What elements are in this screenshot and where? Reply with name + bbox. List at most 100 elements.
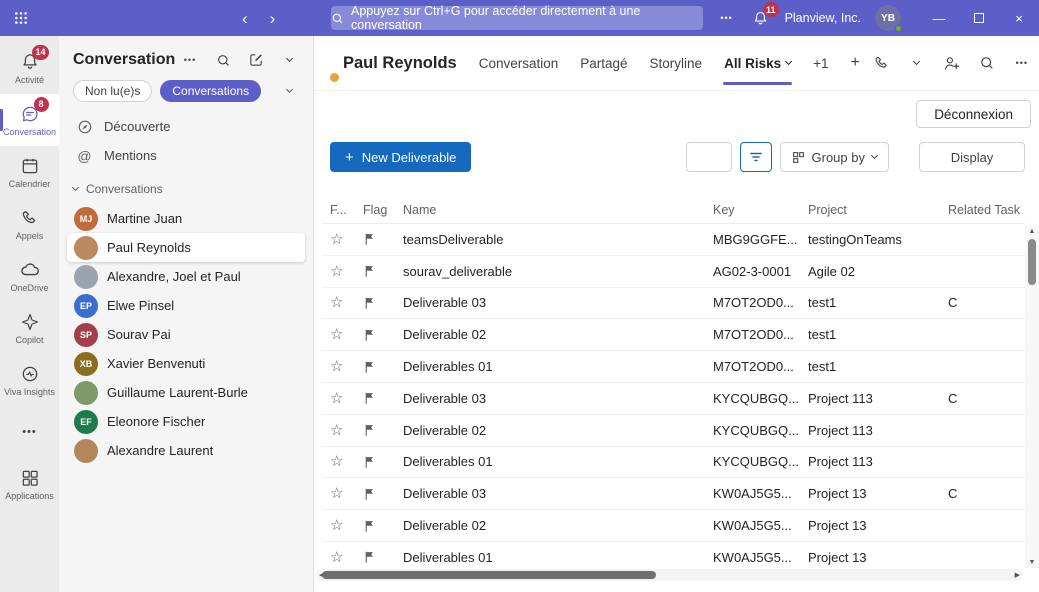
- table-row[interactable]: ☆ teamsDeliverable MBG9GGFE... testingOn…: [322, 224, 1025, 256]
- new-chat-chevron[interactable]: [279, 50, 299, 70]
- search-chats-button[interactable]: [213, 50, 233, 70]
- display-button[interactable]: Display: [919, 142, 1025, 172]
- rail-item-copilot[interactable]: Copilot: [0, 302, 59, 354]
- star-icon[interactable]: ☆: [322, 264, 358, 279]
- table-row[interactable]: ☆ Deliverables 01 M7OT2OD0... test1: [322, 351, 1025, 383]
- chat-list-item[interactable]: XB Xavier Benvenuti: [67, 349, 305, 378]
- new-deliverable-button[interactable]: + New Deliverable: [330, 142, 471, 172]
- add-people-button[interactable]: [942, 53, 962, 73]
- call-options-chevron[interactable]: [907, 53, 927, 73]
- scroll-up-icon[interactable]: ▲: [1025, 228, 1039, 235]
- back-button[interactable]: ‹: [242, 10, 248, 27]
- scroll-down-icon[interactable]: ▼: [1025, 559, 1039, 566]
- rail-item-viva-insights[interactable]: Viva Insights: [0, 354, 59, 406]
- filter-conversations-pill[interactable]: Conversations: [160, 80, 261, 102]
- column-header-related-task[interactable]: Related Task: [948, 203, 1025, 217]
- column-header-key[interactable]: Key: [713, 203, 808, 217]
- discover-item[interactable]: Découverte: [59, 112, 313, 141]
- star-icon[interactable]: ☆: [322, 550, 358, 565]
- column-header-project[interactable]: Project: [808, 203, 948, 217]
- star-icon[interactable]: ☆: [322, 486, 358, 501]
- minimize-button[interactable]: —: [919, 0, 959, 36]
- tab[interactable]: Storyline: [650, 36, 703, 90]
- rail-item-chat[interactable]: 8 Conversation: [0, 94, 59, 146]
- chat-list-item[interactable]: Guillaume Laurent-Burle: [67, 378, 305, 407]
- flag-icon[interactable]: [358, 550, 403, 564]
- chat-list-item[interactable]: SP Sourav Pai: [67, 320, 305, 349]
- rail-item-activity[interactable]: 14 Activité: [0, 42, 59, 94]
- forward-button[interactable]: ›: [270, 10, 276, 27]
- filter-button[interactable]: [740, 142, 772, 172]
- rail-item-onedrive[interactable]: OneDrive: [0, 250, 59, 302]
- rail-item-apps[interactable]: Applications: [0, 458, 59, 510]
- vertical-scrollbar[interactable]: ▲ ▼: [1025, 226, 1039, 568]
- flag-icon[interactable]: [358, 519, 403, 533]
- search-bar[interactable]: Appuyez sur Ctrl+G pour accéder directem…: [331, 6, 703, 30]
- flag-icon[interactable]: [358, 296, 403, 310]
- column-header-flag[interactable]: Flag: [358, 203, 403, 217]
- search-in-chat-button[interactable]: [977, 53, 997, 73]
- tab[interactable]: Conversation: [479, 36, 559, 90]
- table-row[interactable]: ☆ Deliverable 03 KYCQUBGQ... Project 113…: [322, 383, 1025, 415]
- star-icon[interactable]: ☆: [322, 295, 358, 310]
- chat-list-options-button[interactable]: •••: [180, 50, 200, 70]
- add-tab-button[interactable]: +: [851, 36, 860, 90]
- column-header-favorite[interactable]: F...: [322, 204, 358, 217]
- chat-list-item[interactable]: EP Elwe Pinsel: [67, 291, 305, 320]
- chat-list-item[interactable]: Alexandre, Joel et Paul: [67, 262, 305, 291]
- table-row[interactable]: ☆ Deliverables 01 KW0AJ5G5... Project 13: [322, 542, 1025, 566]
- new-chat-button[interactable]: [246, 50, 266, 70]
- flag-icon[interactable]: [358, 328, 403, 342]
- horizontal-scrollbar-thumb[interactable]: [322, 571, 656, 579]
- filter-unread-pill[interactable]: Non lu(e)s: [73, 80, 152, 102]
- rail-item-calendar[interactable]: Calendrier: [0, 146, 59, 198]
- user-avatar[interactable]: YB: [875, 5, 901, 31]
- tab-all-risks[interactable]: All Risks: [724, 36, 791, 90]
- org-name[interactable]: Planview, Inc.: [785, 11, 861, 25]
- rail-item-more-apps[interactable]: •••: [0, 406, 59, 458]
- star-icon[interactable]: ☆: [322, 391, 358, 406]
- flag-icon[interactable]: [358, 360, 403, 374]
- tab[interactable]: Partagé: [580, 36, 627, 90]
- notifications-button[interactable]: 11: [751, 8, 771, 28]
- flag-icon[interactable]: [358, 455, 403, 469]
- table-search-input[interactable]: [686, 142, 732, 172]
- star-icon[interactable]: ☆: [322, 518, 358, 533]
- table-row[interactable]: ☆ Deliverables 01 KYCQUBGQ... Project 11…: [322, 447, 1025, 479]
- rail-item-calls[interactable]: Appels: [0, 198, 59, 250]
- chat-list-item[interactable]: EF Eleonore Fischer: [67, 407, 305, 436]
- flag-icon[interactable]: [358, 391, 403, 405]
- app-launcher-button[interactable]: [0, 0, 42, 36]
- column-header-name[interactable]: Name: [403, 203, 713, 217]
- chat-list-item[interactable]: MJ Martine Juan: [67, 204, 305, 233]
- filters-collapse-button[interactable]: [279, 81, 299, 101]
- table-row[interactable]: ☆ Deliverable 02 M7OT2OD0... test1: [322, 319, 1025, 351]
- titlebar-more-button[interactable]: •••: [717, 8, 737, 28]
- star-icon[interactable]: ☆: [322, 359, 358, 374]
- table-row[interactable]: ☆ Deliverable 03 M7OT2OD0... test1 C: [322, 288, 1025, 320]
- star-icon[interactable]: ☆: [322, 232, 358, 247]
- chat-more-options-button[interactable]: •••: [1012, 53, 1032, 73]
- chat-list-item[interactable]: Alexandre Laurent: [67, 436, 305, 465]
- table-row[interactable]: ☆ sourav_deliverable AG02-3-0001 Agile 0…: [322, 256, 1025, 288]
- conversations-section-header[interactable]: Conversations: [59, 170, 313, 204]
- table-row[interactable]: ☆ Deliverable 02 KYCQUBGQ... Project 113: [322, 415, 1025, 447]
- call-button[interactable]: [872, 53, 892, 73]
- flag-icon[interactable]: [358, 423, 403, 437]
- tab-overflow[interactable]: +1: [813, 36, 828, 90]
- star-icon[interactable]: ☆: [322, 454, 358, 469]
- table-row[interactable]: ☆ Deliverable 03 KW0AJ5G5... Project 13 …: [322, 478, 1025, 510]
- mentions-item[interactable]: @ Mentions: [59, 141, 313, 170]
- table-row[interactable]: ☆ Deliverable 02 KW0AJ5G5... Project 13: [322, 510, 1025, 542]
- group-by-dropdown[interactable]: Group by: [780, 142, 889, 172]
- chat-list-item[interactable]: Paul Reynolds: [67, 233, 305, 262]
- flag-icon[interactable]: [358, 232, 403, 246]
- close-button[interactable]: ×: [999, 0, 1039, 36]
- flag-icon[interactable]: [358, 264, 403, 278]
- star-icon[interactable]: ☆: [322, 423, 358, 438]
- disconnect-button[interactable]: Déconnexion: [916, 100, 1031, 128]
- star-icon[interactable]: ☆: [322, 327, 358, 342]
- flag-icon[interactable]: [358, 487, 403, 501]
- vertical-scrollbar-thumb[interactable]: [1028, 239, 1036, 285]
- horizontal-scrollbar[interactable]: ◀ ▶: [316, 569, 1023, 581]
